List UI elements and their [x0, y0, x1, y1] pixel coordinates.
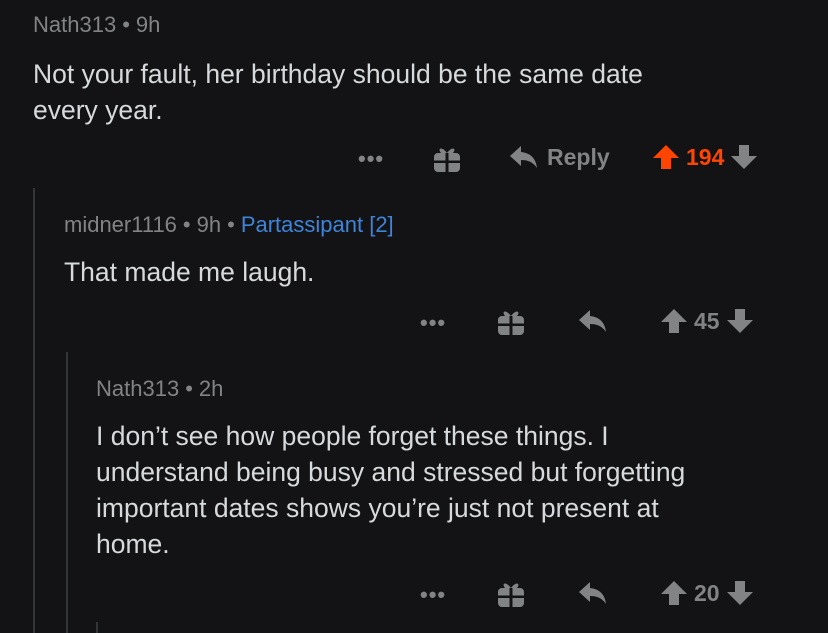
give-award-button[interactable] [496, 307, 526, 337]
thread-line-level-3[interactable] [96, 622, 98, 633]
comment-body: Not your fault, her birthday should be t… [33, 56, 643, 128]
vote-controls: 45 [660, 307, 754, 335]
comment-actions: ••• Reply 194 [0, 138, 828, 178]
vote-controls: 20 [660, 579, 754, 607]
downvote-arrow-icon[interactable] [726, 579, 754, 607]
reply-arrow-icon [510, 146, 537, 168]
comment-meta: Nath313 • 9h [33, 12, 160, 38]
upvote-arrow-icon[interactable] [660, 579, 688, 607]
give-award-button[interactable] [496, 579, 526, 609]
comment-age: 2h [198, 376, 224, 401]
reply-label: Reply [547, 143, 610, 170]
more-options-button[interactable]: ••• [420, 582, 446, 608]
ellipsis-icon: ••• [420, 582, 447, 607]
comment-body: I don’t see how people forget these thin… [96, 418, 685, 562]
comment-body-line: understand being busy and stressed but f… [96, 457, 686, 487]
meta-separator: • [227, 212, 235, 237]
meta-separator: • [122, 12, 130, 37]
author-name[interactable]: midner1116 [64, 212, 177, 237]
downvote-arrow-icon[interactable] [726, 307, 754, 335]
reply-button[interactable] [578, 307, 616, 335]
reply-arrow-icon [579, 582, 606, 604]
gift-icon [498, 311, 524, 335]
more-options-button[interactable]: ••• [420, 310, 446, 336]
comment-body-line: That made me laugh. [64, 257, 315, 287]
ellipsis-icon: ••• [420, 310, 447, 335]
gift-icon [498, 583, 524, 607]
vote-controls: 194 [652, 143, 758, 171]
comment-body-line: important dates shows you’re just not pr… [96, 493, 659, 523]
downvote-arrow-icon[interactable] [730, 143, 758, 171]
comment-body: That made me laugh. [64, 254, 314, 290]
comment-age: 9h [196, 212, 222, 237]
author-name[interactable]: Nath313 [96, 376, 179, 401]
user-flair: Partassipant [2] [240, 212, 394, 237]
upvote-arrow-icon[interactable] [652, 143, 680, 171]
comment-actions: ••• 45 [0, 302, 828, 342]
thread-line-level-1[interactable] [33, 188, 35, 633]
ellipsis-icon: ••• [358, 146, 385, 171]
comment-body-line: every year. [33, 95, 163, 125]
vote-score: 20 [694, 579, 720, 606]
vote-score: 194 [686, 143, 725, 170]
comment-age: 9h [135, 12, 161, 37]
vote-score: 45 [694, 307, 720, 334]
comment-body-line: home. [96, 529, 170, 559]
reply-button[interactable]: Reply [509, 143, 610, 171]
meta-separator: • [182, 212, 191, 237]
comment-meta: Nath313 • 2h [96, 376, 223, 402]
more-options-button[interactable]: ••• [358, 146, 384, 172]
comment-actions: ••• 20 [0, 574, 828, 614]
comment-body-line: I don’t see how people forget these thin… [96, 421, 609, 451]
gift-icon [434, 148, 460, 172]
author-name[interactable]: Nath313 [33, 12, 116, 37]
reply-button[interactable] [578, 579, 616, 607]
comment-body-line: Not your fault, her birthday should be t… [33, 59, 643, 89]
reply-arrow-icon [579, 310, 606, 332]
meta-separator: • [185, 376, 193, 401]
give-award-button[interactable] [432, 144, 462, 174]
upvote-arrow-icon[interactable] [660, 307, 688, 335]
comment-meta: midner1116 • 9h • Partassipant [2] [64, 212, 394, 238]
